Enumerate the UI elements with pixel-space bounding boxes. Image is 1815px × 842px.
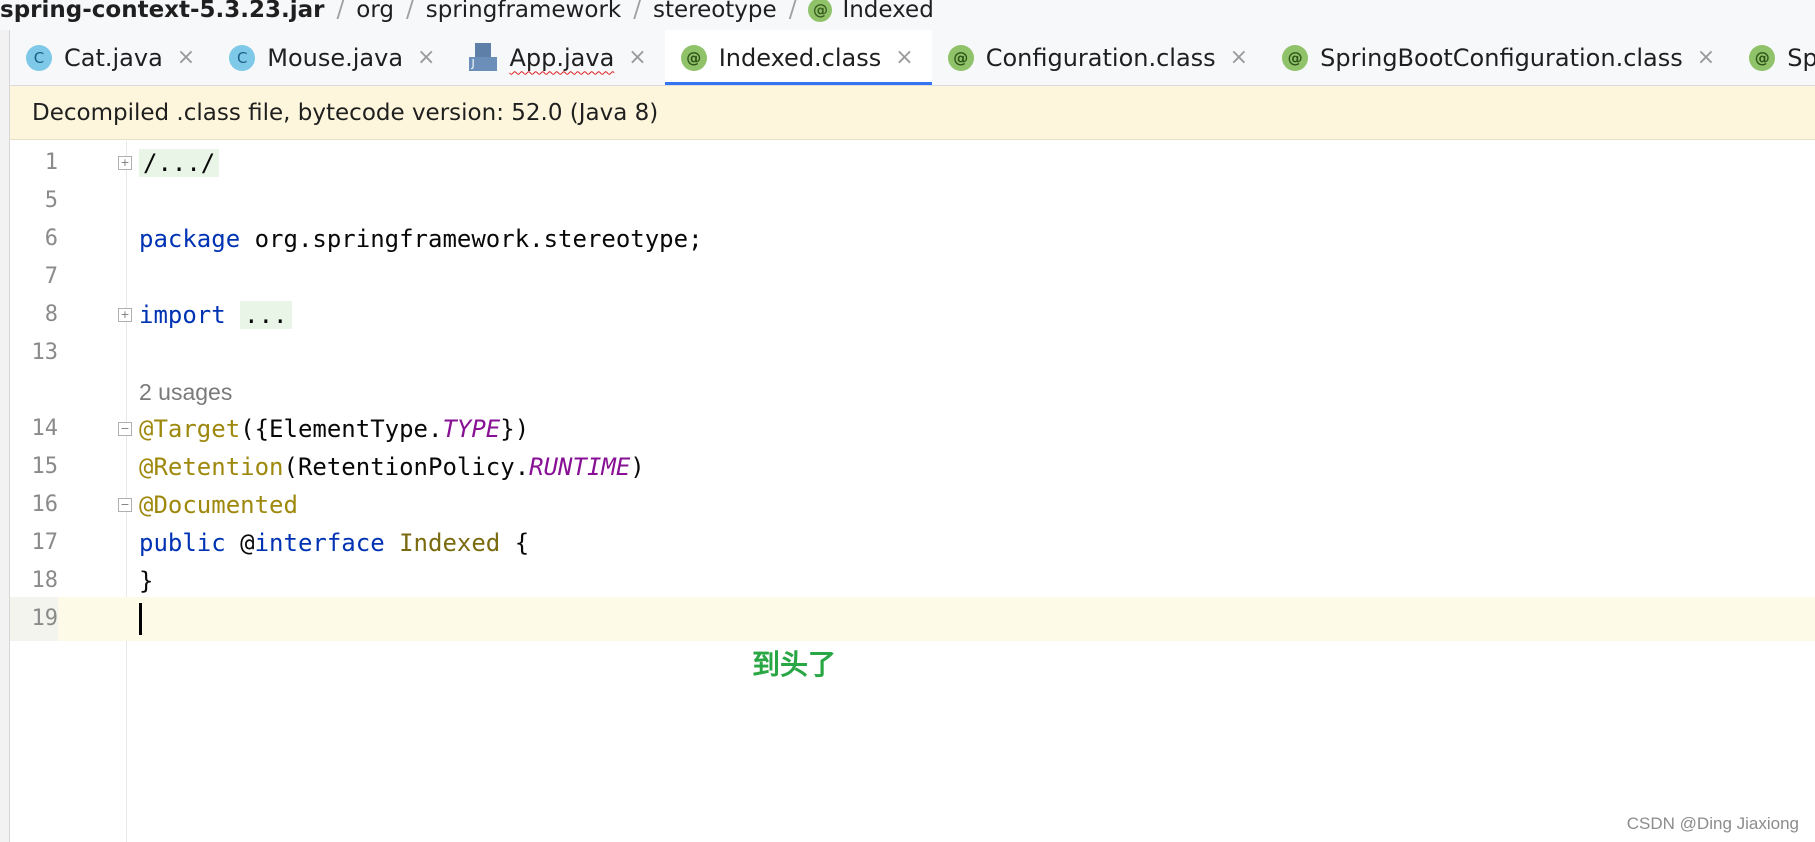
- watermark: CSDN @Ding Jiaxiong: [1626, 814, 1799, 833]
- code-line[interactable]: 13: [10, 331, 1815, 375]
- breadcrumb-separator: /: [336, 0, 345, 23]
- folded-region[interactable]: ...: [240, 301, 292, 329]
- java-app-icon: J: [469, 42, 498, 73]
- code-editor[interactable]: 1 + /.../ 5 6 package org.springframewor…: [10, 141, 1815, 842]
- tab-springbootconfiguration-class[interactable]: @ SpringBootConfiguration.class ×: [1266, 30, 1733, 85]
- current-code-line[interactable]: 19: [10, 597, 1815, 641]
- breadcrumb: spring-context-5.3.23.jar / org / spring…: [0, 0, 1815, 30]
- line-number: 13: [31, 340, 59, 365]
- text-caret: [139, 603, 142, 635]
- close-icon[interactable]: ×: [628, 45, 646, 70]
- fold-end-icon[interactable]: −: [118, 498, 132, 512]
- breadcrumb-separator: /: [406, 0, 414, 23]
- annotation-icon: @: [947, 44, 974, 71]
- tab-app-java[interactable]: J App.java ×: [453, 30, 664, 85]
- close-icon[interactable]: ×: [177, 45, 195, 70]
- tab-label: Mouse.java: [267, 43, 404, 72]
- close-icon[interactable]: ×: [1230, 45, 1248, 70]
- annotation-icon: @: [1282, 44, 1309, 71]
- tab-label: Indexed.class: [718, 43, 882, 72]
- tab-label: Configuration.class: [985, 43, 1216, 72]
- fold-expand-icon[interactable]: +: [118, 156, 132, 170]
- breadcrumb-item-jar[interactable]: spring-context-5.3.23.jar: [0, 0, 325, 23]
- close-icon[interactable]: ×: [1697, 45, 1715, 70]
- close-icon[interactable]: ×: [895, 45, 913, 70]
- breadcrumb-separator: /: [788, 0, 797, 23]
- breadcrumb-item-stereotype[interactable]: stereotype: [653, 0, 777, 23]
- left-tool-strip: [0, 30, 10, 842]
- breadcrumb-item-indexed[interactable]: Indexed: [842, 0, 933, 23]
- tab-label: Cat.java: [64, 43, 163, 72]
- tab-springboot-truncated[interactable]: @ SpringBoo: [1733, 30, 1815, 85]
- line-number: 19: [10, 597, 58, 641]
- tab-cat-java[interactable]: C Cat.java ×: [10, 30, 213, 85]
- class-icon: C: [26, 44, 52, 71]
- banner-text: Decompiled .class file, bytecode version…: [32, 99, 659, 126]
- annotation-note: 到头了: [752, 648, 837, 681]
- close-icon[interactable]: ×: [417, 45, 435, 70]
- annotation-icon: @: [1749, 44, 1776, 71]
- class-icon: C: [229, 44, 256, 71]
- fold-expand-icon[interactable]: +: [118, 308, 132, 322]
- tab-indexed-class[interactable]: @ Indexed.class ×: [664, 30, 932, 85]
- breadcrumb-separator: /: [633, 0, 641, 23]
- tab-label: App.java: [509, 43, 615, 72]
- annotation-icon: @: [808, 0, 833, 22]
- fold-collapse-icon[interactable]: −: [118, 422, 132, 436]
- tab-configuration-class[interactable]: @ Configuration.class ×: [932, 30, 1266, 85]
- tab-mouse-java[interactable]: C Mouse.java ×: [213, 30, 453, 85]
- tab-label: SpringBootConfiguration.class: [1320, 43, 1683, 72]
- breadcrumb-item-springframework[interactable]: springframework: [426, 0, 621, 23]
- folded-region[interactable]: /.../: [139, 149, 220, 177]
- tab-label: SpringBoo: [1787, 43, 1815, 72]
- editor-tab-bar: C Cat.java × C Mouse.java × J App.java ×…: [10, 30, 1815, 86]
- annotation-icon: @: [680, 44, 707, 71]
- decompiled-banner: Decompiled .class file, bytecode version…: [10, 86, 1815, 140]
- breadcrumb-item-org[interactable]: org: [356, 0, 394, 23]
